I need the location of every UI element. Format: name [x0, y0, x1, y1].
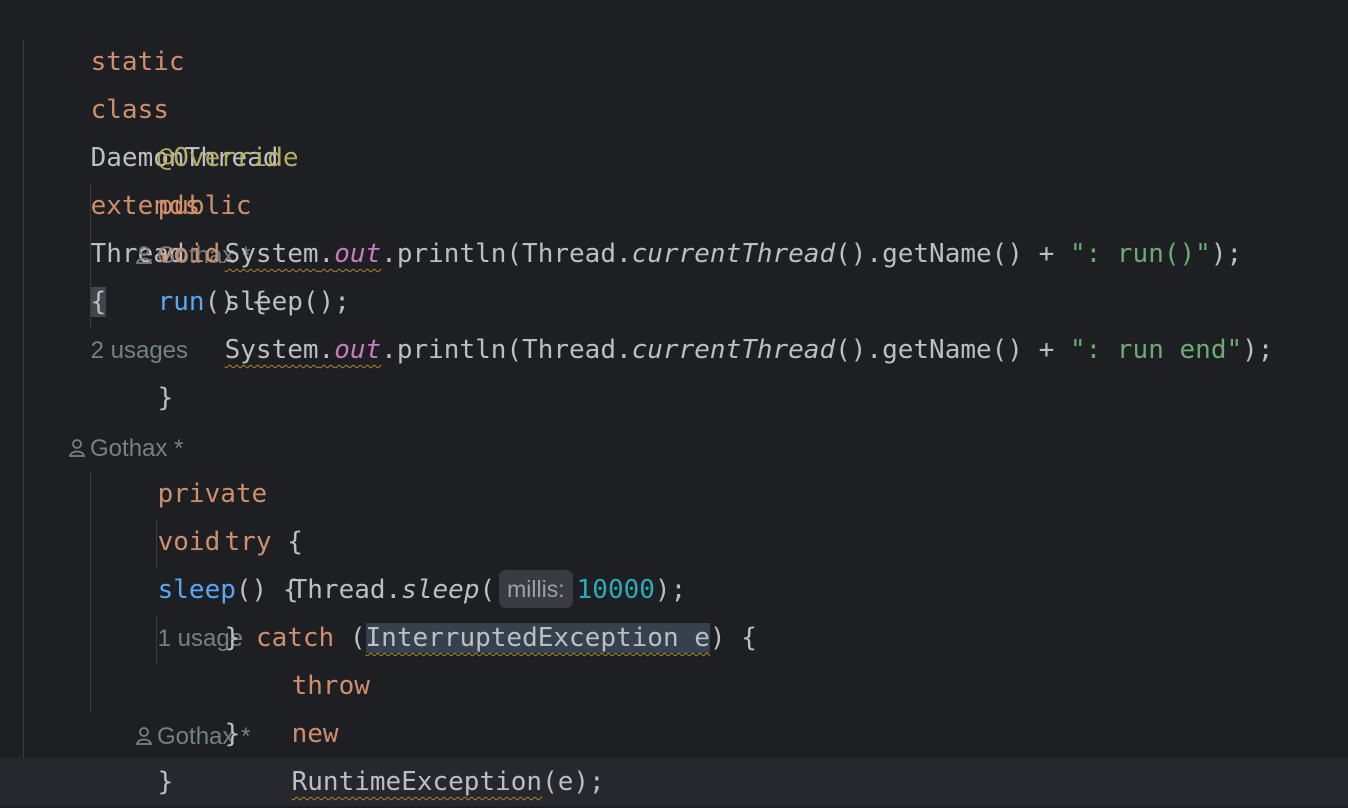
- get-name-call: ().getName() +: [835, 239, 1070, 269]
- current-thread-call: currentThread: [631, 239, 836, 269]
- code-line-5[interactable]: System.out.println(Thread.currentThread(…: [162, 182, 1243, 269]
- closing-brace: }: [157, 767, 174, 797]
- code-line-4[interactable]: public void run() {: [95, 134, 268, 317]
- indent-guide-class: [23, 40, 24, 758]
- code-line-13[interactable]: } catch (InterruptedException e) {: [162, 566, 757, 653]
- catch-end: ) {: [709, 623, 757, 653]
- out-field: out: [334, 335, 382, 365]
- code-editor[interactable]: static class DaemonThread extends Thread…: [0, 0, 1348, 808]
- statement-end: );: [1242, 335, 1274, 365]
- println-call: .println(Thread.: [381, 239, 632, 269]
- runtime-exception-class[interactable]: RuntimeException: [292, 767, 542, 797]
- code-line-8[interactable]: }: [95, 326, 174, 413]
- code-line-17[interactable]: }: [28, 758, 106, 806]
- code-line-15[interactable]: }: [162, 662, 241, 749]
- run-string: ": run()": [1069, 239, 1211, 269]
- code-line-7[interactable]: System.out.println(Thread.currentThread(…: [162, 278, 1274, 365]
- code-line-16[interactable]: }: [95, 710, 174, 797]
- statement-end: );: [1210, 239, 1243, 269]
- closing-brace: }: [157, 383, 174, 413]
- system-reference[interactable]: System.out: [225, 335, 382, 365]
- person-icon: [68, 439, 86, 457]
- code-line-11[interactable]: try {: [162, 470, 303, 557]
- keyword-static: static: [90, 47, 185, 77]
- keyword-new: new: [291, 719, 339, 749]
- code-line-6[interactable]: sleep();: [162, 230, 350, 317]
- current-line-highlight: [0, 758, 1348, 806]
- code-line-3[interactable]: @Override Gothax *: [95, 86, 299, 269]
- code-line-10[interactable]: private void sleep() { 1 usage Gothax *: [95, 422, 299, 750]
- current-thread-call: currentThread: [631, 335, 836, 365]
- println-call: .println(Thread.: [381, 335, 632, 365]
- code-line-14[interactable]: throw new RuntimeException(e);: [229, 614, 605, 797]
- closing-brace: }: [224, 719, 241, 749]
- code-line-12[interactable]: Thread.sleep(millis: 10000);: [229, 518, 686, 608]
- indent-guide-sleep: [90, 472, 91, 712]
- code-line-1[interactable]: static class DaemonThread extends Thread…: [28, 0, 278, 462]
- keyword-throw: throw: [291, 671, 370, 701]
- get-name-call: ().getName() +: [835, 335, 1070, 365]
- run-end-string: ": run end": [1069, 335, 1243, 365]
- exception-argument: (e);: [542, 767, 605, 797]
